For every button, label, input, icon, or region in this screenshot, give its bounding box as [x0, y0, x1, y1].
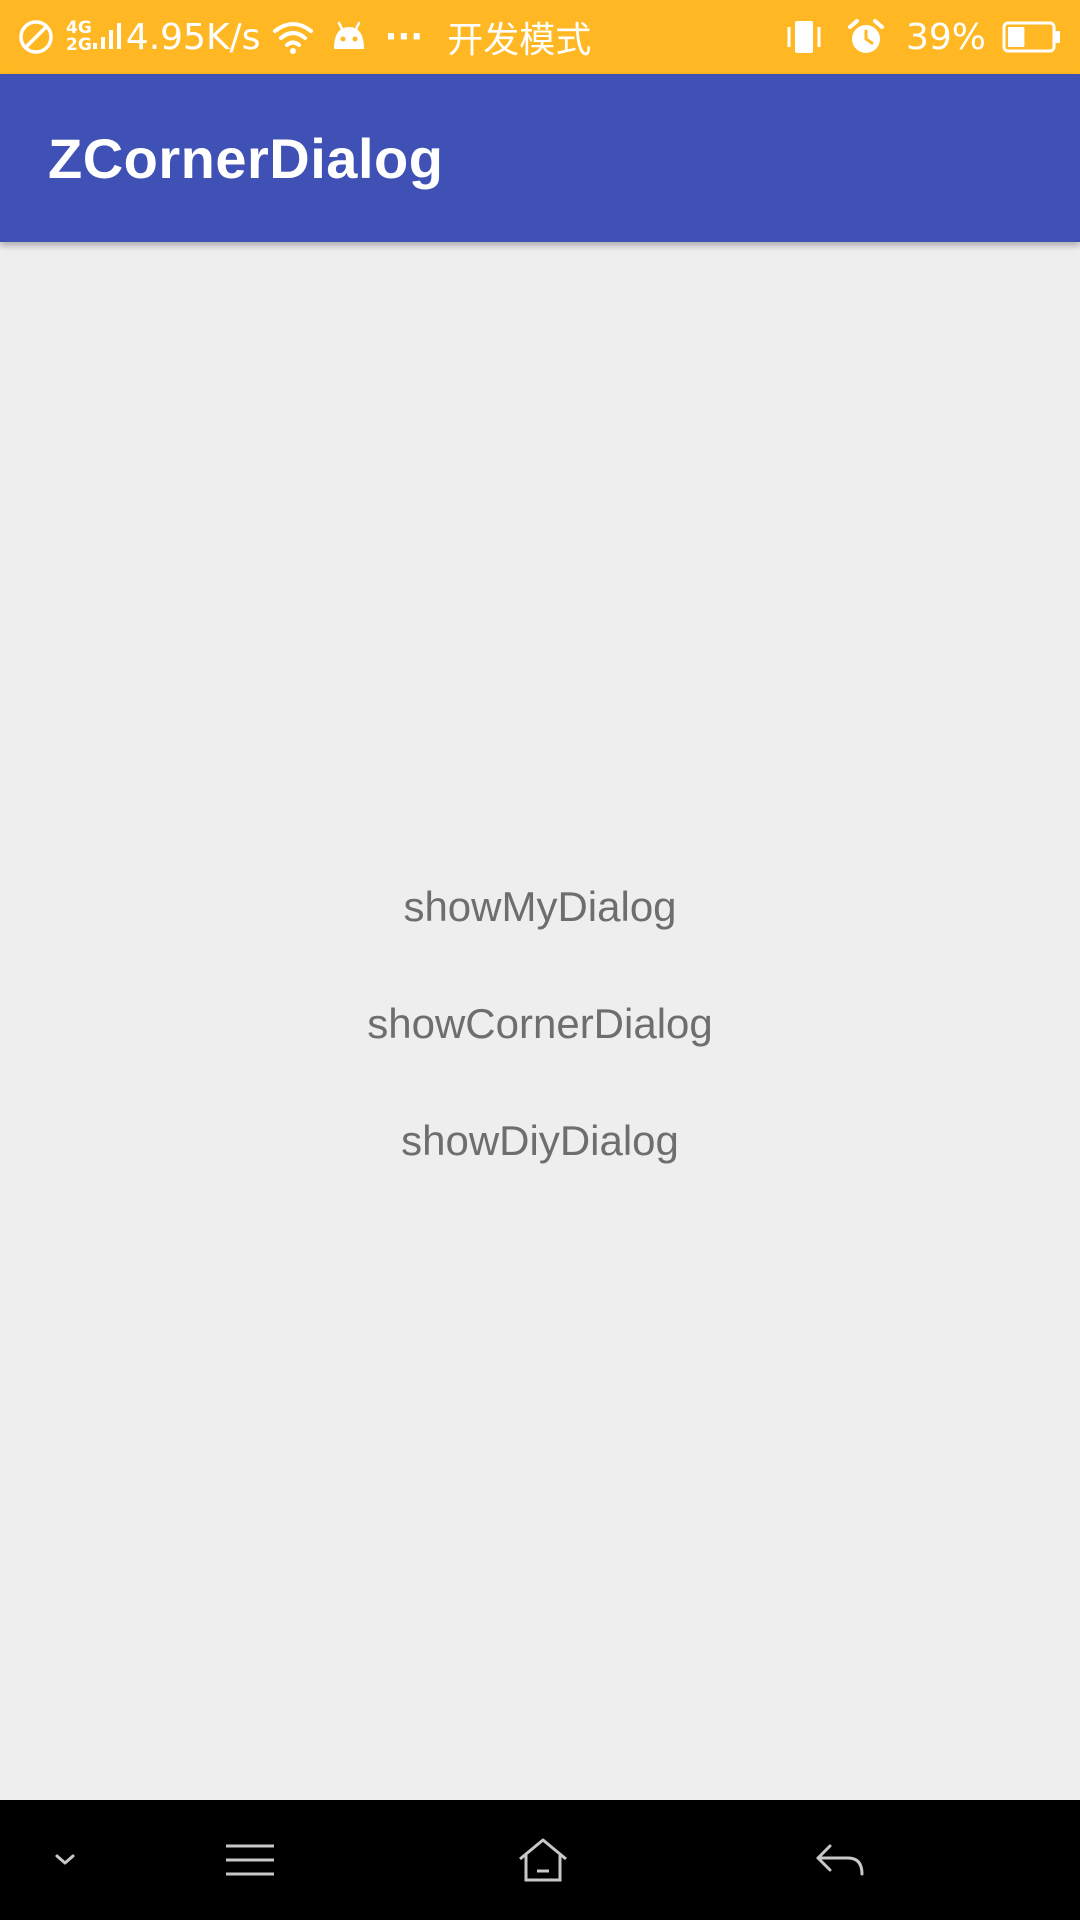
- chevron-down-icon[interactable]: [30, 1800, 100, 1920]
- show-diy-dialog-button[interactable]: showDiyDialog: [0, 1091, 1080, 1191]
- home-icon[interactable]: [493, 1800, 593, 1920]
- do-not-disturb-icon: [18, 19, 54, 55]
- status-bar: 4G 2G 4.95K/s ··· 开发模式 39%: [0, 0, 1080, 74]
- android-icon: [330, 19, 368, 55]
- app-title: ZCornerDialog: [48, 126, 444, 190]
- network-type: 4G 2G: [66, 20, 92, 54]
- navigation-bar: [0, 1800, 1080, 1920]
- wifi-icon: [272, 19, 314, 55]
- developer-mode-label: 开发模式: [447, 20, 592, 61]
- battery-percent: 39%: [905, 16, 986, 58]
- alarm-icon: [846, 17, 886, 57]
- main-content: showMyDialog showCornerDialog showDiyDia…: [0, 242, 1080, 1800]
- screen: 4G 2G 4.95K/s ··· 开发模式 39% ZCornerDialog…: [0, 0, 1080, 1920]
- vibrate-icon: [784, 17, 824, 57]
- status-left: 4G 2G 4.95K/s ··· 开发模式: [0, 0, 591, 74]
- show-corner-dialog-button[interactable]: showCornerDialog: [0, 974, 1080, 1074]
- show-my-dialog-button[interactable]: showMyDialog: [0, 857, 1080, 957]
- back-icon[interactable]: [790, 1800, 890, 1920]
- network-speed: 4.95K/s: [125, 16, 261, 58]
- more-icon: ···: [384, 17, 424, 57]
- battery-icon: [1002, 20, 1062, 54]
- menu-icon[interactable]: [200, 1800, 300, 1920]
- app-bar: ZCornerDialog: [0, 74, 1080, 242]
- network-type-bottom: 2G: [66, 35, 92, 55]
- signal-icon: [92, 19, 122, 55]
- status-right: 39%: [784, 0, 1062, 74]
